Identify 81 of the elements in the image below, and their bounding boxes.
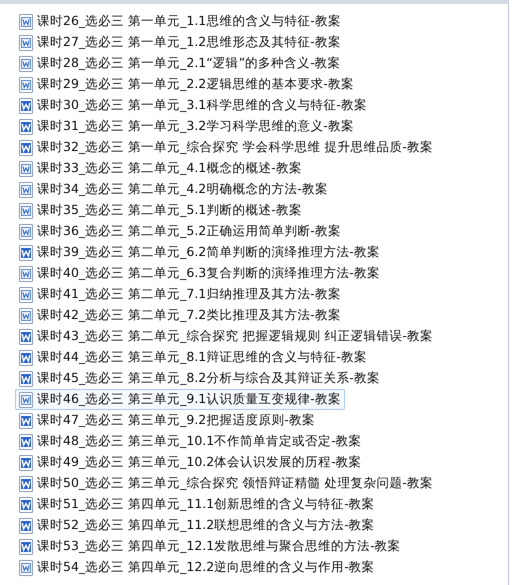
document-icon <box>19 392 33 408</box>
file-name: 课时42_选必三 第二单元_7.2类比推理及其方法-教案 <box>37 307 341 324</box>
file-item[interactable]: 课时43_选必三 第二单元_综合探究 把握逻辑规则 纠正逻辑错误-教案 <box>15 326 437 347</box>
file-name: 课时43_选必三 第二单元_综合探究 把握逻辑规则 纠正逻辑错误-教案 <box>37 328 433 345</box>
file-item[interactable]: 课时31_选必三 第一单元_3.2学习科学思维的意义-教案 <box>15 116 358 137</box>
file-name: 课时51_选必三 第四单元_11.1创新思维的含义与特征-教案 <box>37 496 375 513</box>
file-name: 课时35_选必三 第二单元_5.1判断的概述-教案 <box>37 202 302 219</box>
file-name: 课时54_选必三 第四单元_12.2逆向思维的含义与作用-教案 <box>37 559 375 576</box>
document-icon <box>19 286 33 302</box>
file-item[interactable]: 课时33_选必三 第二单元_4.1概念的概述-教案 <box>15 158 306 179</box>
word-document-icon <box>19 538 33 554</box>
file-item[interactable]: 课时48_选必三 第三单元_10.1不作简单肯定或否定-教案 <box>15 431 366 452</box>
file-item[interactable]: 课时36_选必三 第二单元_5.2正确运用简单判断-教案 <box>15 221 345 242</box>
file-item[interactable]: 课时47_选必三 第三单元_9.2把握适度原则-教案 <box>15 410 319 431</box>
file-item[interactable]: 课时53_选必三 第四单元_12.1发散思维与聚合思维的方法-教案 <box>15 536 405 557</box>
file-name: 课时50_选必三 第三单元_综合探究 领悟辩证精髓 处理复杂问题-教案 <box>37 475 433 492</box>
document-icon <box>19 308 33 324</box>
file-name: 课时29_选必三 第一单元_2.2逻辑思维的基本要求-教案 <box>37 76 354 93</box>
file-name: 课时27_选必三 第一单元_1.2思维形态及其特征-教案 <box>37 34 341 51</box>
word-document-icon <box>19 518 33 534</box>
file-item[interactable]: 课时52_选必三 第四单元_11.2联想思维的含义与方法-教案 <box>15 515 379 536</box>
file-item[interactable]: 课时50_选必三 第三单元_综合探究 领悟辩证精髓 处理复杂问题-教案 <box>15 473 437 494</box>
word-document-icon <box>19 412 33 428</box>
document-icon <box>19 266 33 282</box>
file-item[interactable]: 课时44_选必三 第三单元_8.1辩证思维的含义与特征-教案 <box>15 347 371 368</box>
document-icon <box>19 560 33 576</box>
file-item[interactable]: 课时51_选必三 第四单元_11.1创新思维的含义与特征-教案 <box>15 494 379 515</box>
file-item[interactable]: 课时41_选必三 第二单元_7.1归纳推理及其方法-教案 <box>15 284 345 305</box>
file-item[interactable]: 课时26_选必三 第一单元_1.1思维的含义与特征-教案 <box>15 11 345 32</box>
word-document-icon <box>19 454 33 470</box>
file-name: 课时49_选必三 第三单元_10.2体会认识发展的历程-教案 <box>37 454 362 471</box>
file-name: 课时31_选必三 第一单元_3.2学习科学思维的意义-教案 <box>37 118 354 135</box>
file-item[interactable]: 课时34_选必三 第二单元_4.2明确概念的方法-教案 <box>15 179 332 200</box>
file-name: 课时30_选必三 第一单元_3.1科学思维的含义与特征-教案 <box>37 97 367 114</box>
file-name: 课时34_选必三 第二单元_4.2明确概念的方法-教案 <box>37 181 328 198</box>
file-item[interactable]: 课时40_选必三 第二单元_6.3复合判断的演绎推理方法-教案 <box>15 263 384 284</box>
word-document-icon <box>19 350 33 366</box>
file-name: 课时26_选必三 第一单元_1.1思维的含义与特征-教案 <box>37 13 341 30</box>
document-icon <box>19 224 33 240</box>
document-icon <box>19 34 33 50</box>
file-name: 课时33_选必三 第二单元_4.1概念的概述-教案 <box>37 160 302 177</box>
document-icon <box>19 182 33 198</box>
file-name: 课时36_选必三 第二单元_5.2正确运用简单判断-教案 <box>37 223 341 240</box>
file-name: 课时52_选必三 第四单元_11.2联想思维的含义与方法-教案 <box>37 517 375 534</box>
file-item[interactable]: 课时45_选必三 第三单元_8.2分析与综合及其辩证关系-教案 <box>15 368 384 389</box>
word-document-icon <box>19 140 33 156</box>
file-name: 课时53_选必三 第四单元_12.1发散思维与聚合思维的方法-教案 <box>37 538 401 555</box>
file-name: 课时32_选必三 第一单元_综合探究 学会科学思维 提升思维品质-教案 <box>37 139 433 156</box>
file-item[interactable]: 课时30_选必三 第一单元_3.1科学思维的含义与特征-教案 <box>15 95 371 116</box>
document-icon <box>19 56 33 72</box>
document-icon <box>19 202 33 218</box>
file-item[interactable]: 课时39_选必三 第二单元_6.2简单判断的演绎推理方法-教案 <box>15 242 384 263</box>
file-name: 课时39_选必三 第二单元_6.2简单判断的演绎推理方法-教案 <box>37 244 380 261</box>
file-name: 课时28_选必三 第一单元_2.1“逻辑”的多种含义-教案 <box>37 55 341 72</box>
file-name: 课时41_选必三 第二单元_7.1归纳推理及其方法-教案 <box>37 286 341 303</box>
word-document-icon <box>19 98 33 114</box>
file-name: 课时44_选必三 第三单元_8.1辩证思维的含义与特征-教案 <box>37 349 367 366</box>
word-document-icon <box>19 434 33 450</box>
file-item[interactable]: 课时29_选必三 第一单元_2.2逻辑思维的基本要求-教案 <box>15 74 358 95</box>
file-item[interactable]: 课时42_选必三 第二单元_7.2类比推理及其方法-教案 <box>15 305 345 326</box>
file-name: 课时46_选必三 第三单元_9.1认识质量互变规律-教案 <box>37 391 341 408</box>
file-name: 课时40_选必三 第二单元_6.3复合判断的演绎推理方法-教案 <box>37 265 380 282</box>
word-document-icon <box>19 496 33 512</box>
file-item[interactable]: 课时35_选必三 第二单元_5.1判断的概述-教案 <box>15 200 306 221</box>
file-item[interactable]: 课时49_选必三 第三单元_10.2体会认识发展的历程-教案 <box>15 452 366 473</box>
document-icon <box>19 76 33 92</box>
file-item[interactable]: 课时54_选必三 第四单元_12.2逆向思维的含义与作用-教案 <box>15 557 379 578</box>
word-document-icon <box>19 244 33 260</box>
document-icon <box>19 160 33 176</box>
file-item[interactable]: 课时32_选必三 第一单元_综合探究 学会科学思维 提升思维品质-教案 <box>15 137 437 158</box>
file-item[interactable]: 课时46_选必三 第三单元_9.1认识质量互变规律-教案 <box>15 389 345 410</box>
word-document-icon <box>19 118 33 134</box>
file-item[interactable]: 课时27_选必三 第一单元_1.2思维形态及其特征-教案 <box>15 32 345 53</box>
word-document-icon <box>19 370 33 386</box>
file-name: 课时48_选必三 第三单元_10.1不作简单肯定或否定-教案 <box>37 433 362 450</box>
word-document-icon <box>19 328 33 344</box>
word-document-icon <box>19 476 33 492</box>
document-icon <box>19 14 33 30</box>
file-name: 课时47_选必三 第三单元_9.2把握适度原则-教案 <box>37 412 315 429</box>
file-item[interactable]: 课时28_选必三 第一单元_2.1“逻辑”的多种含义-教案 <box>15 53 345 74</box>
file-name: 课时45_选必三 第三单元_8.2分析与综合及其辩证关系-教案 <box>37 370 380 387</box>
